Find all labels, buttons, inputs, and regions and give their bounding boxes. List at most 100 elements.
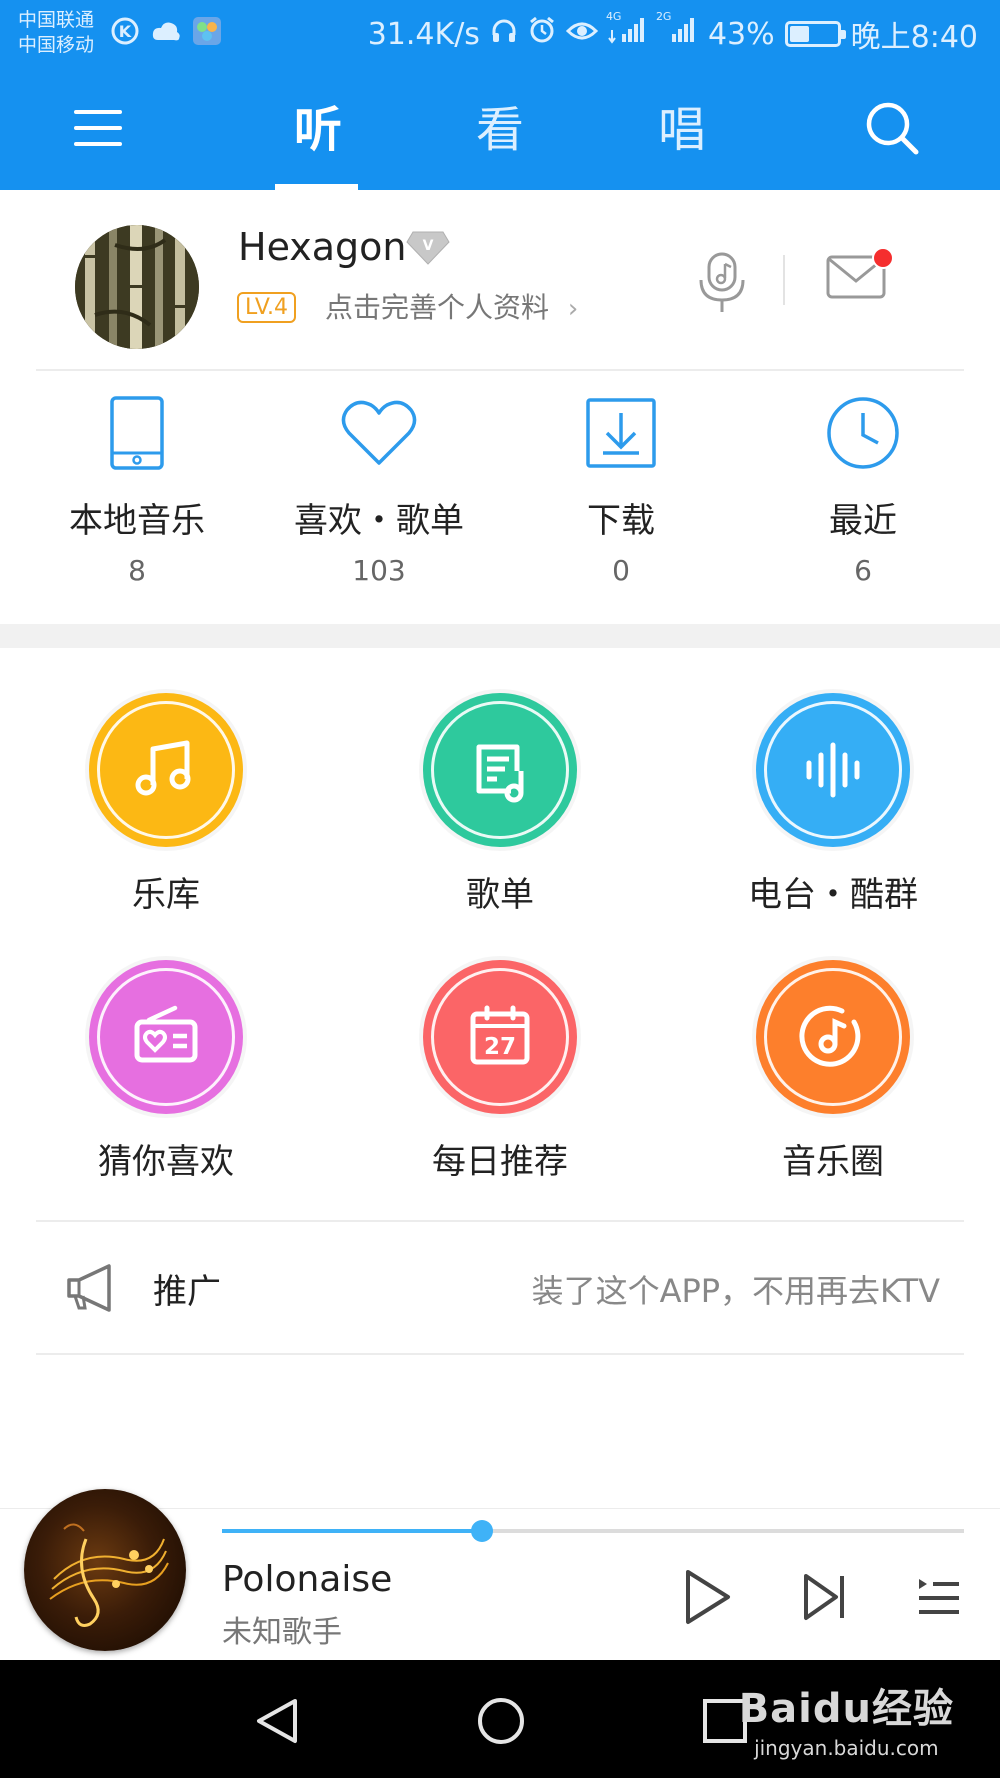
signal-1-icon: 4G bbox=[606, 10, 648, 52]
progress-knob[interactable] bbox=[470, 1520, 493, 1542]
carrier-2: 中国移动 bbox=[18, 34, 95, 56]
baidu-jingyan-watermark: Baidu经验 jingyan.baidu.com bbox=[739, 1676, 954, 1760]
feature-label: 电台・酷群 bbox=[748, 875, 918, 915]
stat-download[interactable]: 下载 0 bbox=[521, 395, 721, 587]
feature-icon-bg: 27 bbox=[423, 960, 577, 1114]
calendar-day: 27 bbox=[484, 1034, 516, 1060]
playlist-icon bbox=[476, 744, 524, 803]
play-icon[interactable] bbox=[680, 1567, 734, 1627]
promo-title: 推广 bbox=[153, 1272, 221, 1312]
tablet-icon bbox=[110, 396, 164, 470]
back-icon[interactable] bbox=[253, 1696, 303, 1746]
feature-label: 每日推荐 bbox=[432, 1142, 568, 1182]
feature-icon-bg bbox=[756, 960, 910, 1114]
k-app-icon: K bbox=[111, 17, 139, 45]
level-badge: LV.4 bbox=[237, 292, 297, 323]
heart-icon bbox=[341, 400, 417, 465]
song-title[interactable]: Polonaise bbox=[222, 1559, 392, 1600]
feature-label: 乐库 bbox=[132, 875, 200, 915]
music-note-icon bbox=[135, 740, 191, 796]
stat-label: 本地音乐 bbox=[69, 501, 205, 541]
feature-label: 音乐圈 bbox=[782, 1142, 884, 1182]
tab-watch[interactable]: 看 bbox=[450, 90, 550, 160]
clock-icon bbox=[827, 397, 899, 469]
svg-text:K: K bbox=[119, 22, 132, 41]
feature-label: 歌单 bbox=[466, 875, 534, 915]
feature-playlist[interactable]: 歌单 bbox=[375, 693, 625, 916]
tab-sing[interactable]: 唱 bbox=[632, 90, 732, 160]
app-grid-icon bbox=[193, 17, 221, 45]
vip-diamond-icon[interactable]: V bbox=[405, 230, 451, 266]
music-disc-icon bbox=[799, 1005, 861, 1067]
feature-icon-bg bbox=[89, 960, 243, 1114]
username[interactable]: Hexagon bbox=[238, 225, 407, 269]
mic-music-icon[interactable] bbox=[695, 250, 749, 314]
promo-text[interactable]: 装了这个APP，不用再去KTV bbox=[532, 1266, 940, 1312]
stat-favorites-playlist[interactable]: 喜欢・歌单 103 bbox=[279, 395, 479, 587]
radio-heart-icon bbox=[134, 1005, 198, 1063]
tab-listen[interactable]: 听 bbox=[268, 90, 368, 160]
chevron-right-icon: › bbox=[567, 294, 579, 324]
section-gap bbox=[0, 624, 1000, 648]
profile-hint-text: 点击完善个人资料 bbox=[325, 291, 550, 324]
svg-text:V: V bbox=[423, 238, 434, 254]
profile-card[interactable]: Hexagon V LV.4 点击完善个人资料 › bbox=[0, 190, 1000, 370]
search-icon[interactable] bbox=[862, 98, 922, 158]
feature-icon-bg bbox=[423, 693, 577, 847]
feature-radio-group[interactable]: 电台・酷群 bbox=[708, 693, 958, 916]
progress-fill bbox=[222, 1529, 482, 1533]
stat-count: 0 bbox=[612, 554, 630, 587]
soundwave-icon bbox=[806, 742, 860, 798]
stat-label: 喜欢・歌单 bbox=[294, 501, 464, 541]
stat-count: 103 bbox=[352, 554, 406, 587]
feature-music-circle[interactable]: 音乐圈 bbox=[708, 960, 958, 1183]
divider bbox=[36, 1353, 964, 1355]
notification-icons: K bbox=[110, 16, 222, 46]
network-speed: 31.4K/s bbox=[367, 16, 480, 52]
feature-icon-bg bbox=[89, 693, 243, 847]
promo-banner[interactable]: 推广 装了这个APP，不用再去KTV bbox=[0, 1222, 1000, 1352]
menu-icon[interactable] bbox=[70, 98, 130, 158]
feature-music-library[interactable]: 乐库 bbox=[41, 693, 291, 916]
feature-label: 猜你喜欢 bbox=[98, 1142, 234, 1182]
status-right: 31.4K/s 4G 2G 43% 晚上8:40 bbox=[367, 10, 978, 56]
progress-bar[interactable] bbox=[222, 1520, 964, 1542]
calendar-icon: 27 bbox=[470, 1005, 530, 1065]
system-nav-bar: Baidu经验 jingyan.baidu.com bbox=[0, 1660, 1000, 1778]
watermark-main: Baidu经验 bbox=[738, 1686, 954, 1732]
album-art[interactable] bbox=[24, 1489, 186, 1651]
vertical-divider bbox=[783, 255, 785, 305]
eye-comfort-icon bbox=[565, 17, 599, 52]
feature-guess-you-like[interactable]: 猜你喜欢 bbox=[41, 960, 291, 1183]
status-bar: 中国联通 中国移动 K 31.4K/s 4G 2G 43% 晚上8:40 bbox=[0, 0, 1000, 70]
divider bbox=[36, 369, 964, 371]
battery-icon bbox=[784, 21, 846, 47]
headphone-icon bbox=[490, 17, 518, 52]
avatar[interactable] bbox=[75, 225, 199, 349]
song-artist[interactable]: 未知歌手 bbox=[222, 1607, 342, 1651]
feature-icon-bg bbox=[756, 693, 910, 847]
stat-label: 最近 bbox=[829, 501, 897, 541]
alarm-icon bbox=[528, 16, 556, 52]
watermark-sub: jingyan.baidu.com bbox=[754, 1736, 939, 1760]
stat-label: 下载 bbox=[587, 501, 655, 541]
battery-percent: 43% bbox=[707, 16, 775, 52]
profile-hint[interactable]: 点击完善个人资料 › bbox=[325, 286, 578, 326]
new-message-dot bbox=[872, 247, 894, 269]
feature-daily-recommend[interactable]: 27 每日推荐 bbox=[375, 960, 625, 1183]
carrier-1: 中国联通 bbox=[18, 9, 95, 31]
stat-recent[interactable]: 最近 6 bbox=[763, 395, 963, 587]
weather-icon bbox=[152, 22, 180, 41]
download-icon bbox=[586, 398, 656, 468]
clock: 晚上8:40 bbox=[850, 20, 978, 55]
top-nav: 听 看 唱 bbox=[0, 70, 1000, 190]
signal-2-icon: 2G bbox=[656, 10, 698, 52]
mini-player[interactable]: Polonaise 未知歌手 bbox=[0, 1489, 1000, 1660]
stat-count: 6 bbox=[854, 554, 872, 587]
megaphone-icon bbox=[67, 1264, 111, 1312]
playlist-queue-icon[interactable] bbox=[915, 1575, 963, 1619]
stat-count: 8 bbox=[128, 554, 146, 587]
stat-local-music[interactable]: 本地音乐 8 bbox=[37, 395, 237, 587]
home-icon[interactable] bbox=[476, 1696, 526, 1746]
next-track-icon[interactable] bbox=[800, 1571, 848, 1623]
